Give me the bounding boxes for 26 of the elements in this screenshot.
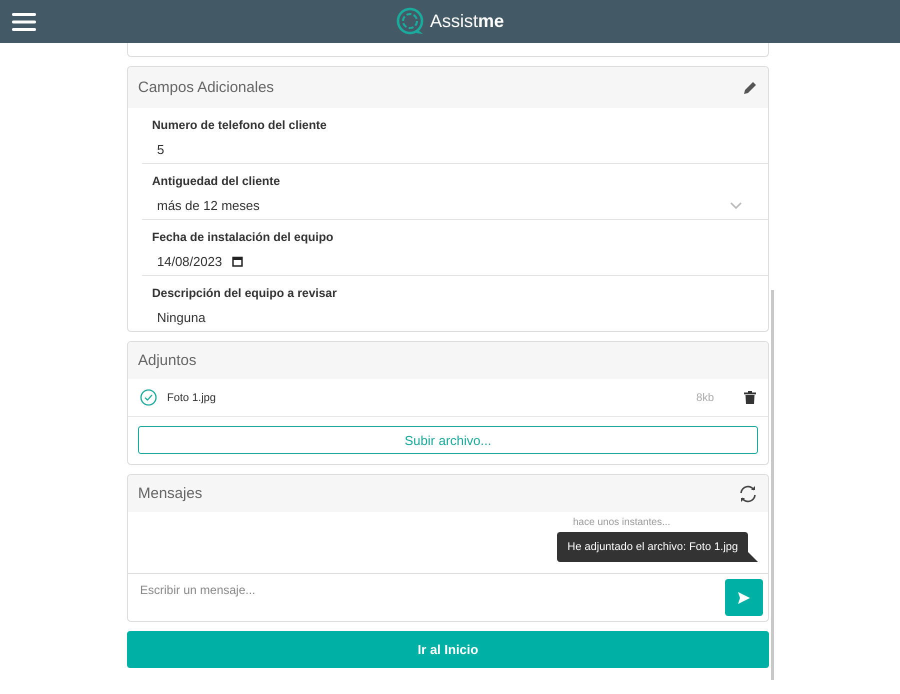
field-value[interactable]: Ninguna xyxy=(157,310,206,325)
message-time: hace unos instantes... xyxy=(573,517,672,528)
bubble-tail xyxy=(748,552,758,562)
file-size: 8kb xyxy=(696,392,714,404)
send-icon xyxy=(737,590,751,604)
send-button[interactable] xyxy=(725,579,763,616)
refresh-icon[interactable] xyxy=(738,484,758,504)
card-title: Campos Adicionales xyxy=(138,79,274,96)
trash-icon[interactable] xyxy=(744,391,756,404)
field-label: Antiguedad del cliente xyxy=(152,174,280,188)
menu-button[interactable] xyxy=(11,11,37,33)
card-title: Mensajes xyxy=(138,485,202,502)
select-field[interactable]: más de 12 meses xyxy=(157,198,260,213)
field-value[interactable]: 5 xyxy=(157,142,164,157)
field-label: Numero de telefono del cliente xyxy=(152,118,327,132)
menu-icon xyxy=(11,11,37,33)
logo-text: Assistme xyxy=(430,11,504,32)
file-name: Foto 1.jpg xyxy=(167,392,217,404)
logo-icon xyxy=(396,6,426,36)
calendar-icon xyxy=(232,256,244,267)
card-title: Adjuntos xyxy=(138,352,196,369)
date-field[interactable]: 14/08/2023 xyxy=(157,254,244,269)
field-label: Descripción del equipo a revisar xyxy=(152,286,337,300)
scrollbar[interactable] xyxy=(771,290,774,680)
pencil-icon[interactable] xyxy=(742,80,758,96)
field-label: Fecha de instalación del equipo xyxy=(152,230,334,244)
